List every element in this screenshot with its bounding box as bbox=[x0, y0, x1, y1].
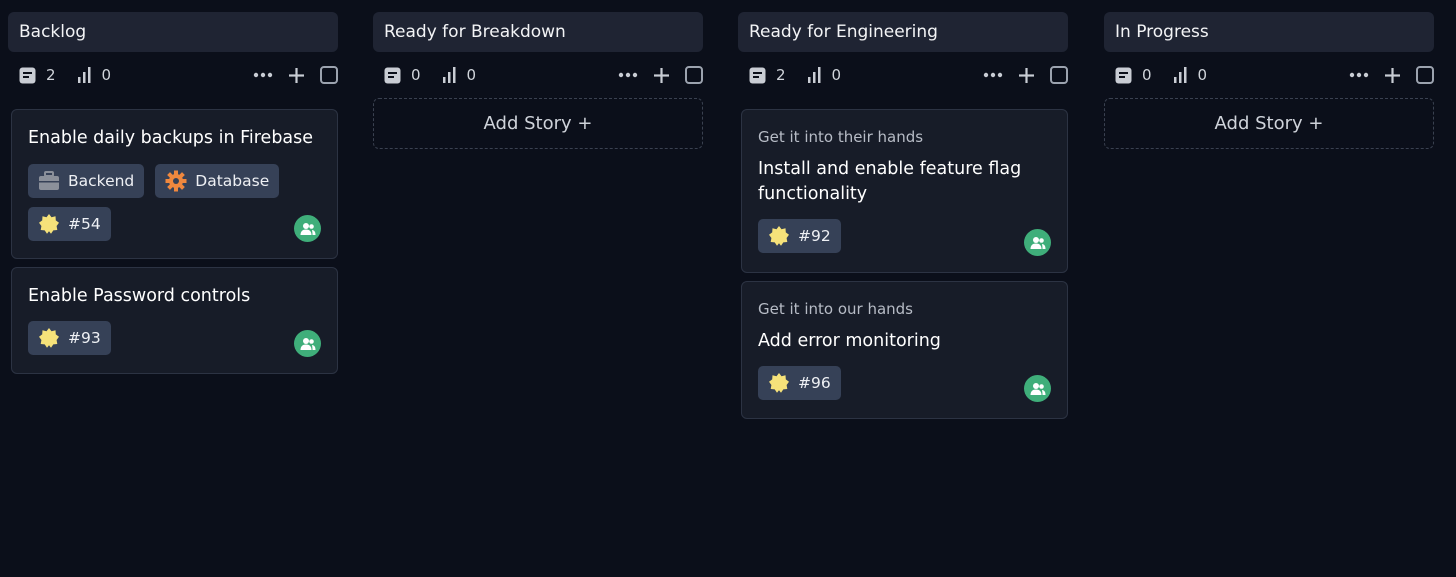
ticket-badge[interactable]: #96 bbox=[758, 366, 841, 400]
story-card[interactable]: Get it into their hands Install and enab… bbox=[741, 109, 1068, 273]
select-column-checkbox[interactable] bbox=[320, 66, 338, 84]
plus-icon[interactable] bbox=[1019, 67, 1034, 83]
column-title: Ready for Breakdown bbox=[384, 22, 566, 42]
story-card[interactable]: Enable Password controls #93 bbox=[11, 267, 338, 374]
briefcase-icon bbox=[39, 171, 59, 190]
points-count: 0 bbox=[441, 66, 476, 84]
select-column-checkbox[interactable] bbox=[1416, 66, 1434, 84]
column-header[interactable]: In Progress bbox=[1104, 12, 1434, 52]
points-count: 0 bbox=[806, 66, 841, 84]
badge-icon bbox=[769, 373, 789, 393]
ticket-badge[interactable]: #54 bbox=[28, 207, 111, 241]
badge-icon bbox=[39, 328, 59, 348]
card-title: Add error monitoring bbox=[758, 331, 941, 351]
user-group-icon bbox=[1030, 236, 1045, 249]
select-column-checkbox[interactable] bbox=[685, 66, 703, 84]
label-backend[interactable]: Backend bbox=[28, 164, 145, 198]
user-group-icon bbox=[1030, 382, 1045, 395]
gear-icon bbox=[165, 170, 187, 192]
story-icon bbox=[1115, 67, 1132, 83]
column-in-progress: In Progress 0 0 Add Story + bbox=[1104, 12, 1434, 149]
column-meta: 0 0 bbox=[1104, 52, 1434, 98]
badge-icon bbox=[39, 214, 59, 234]
story-count: 0 bbox=[1115, 66, 1152, 84]
owner-avatar[interactable] bbox=[1024, 375, 1051, 402]
card-epic[interactable]: Get it into our hands bbox=[758, 300, 1051, 318]
card-epic[interactable]: Get it into their hands bbox=[758, 128, 1051, 146]
bar-chart-icon bbox=[807, 67, 821, 83]
column-meta: 2 0 bbox=[738, 52, 1068, 98]
story-icon bbox=[19, 67, 36, 83]
column-title: In Progress bbox=[1115, 22, 1209, 42]
ticket-badge[interactable]: #92 bbox=[758, 219, 841, 253]
column-header[interactable]: Backlog bbox=[8, 12, 338, 52]
more-icon[interactable] bbox=[253, 72, 273, 78]
column-ready-for-engineering: Ready for Engineering 2 0 Get it into th… bbox=[738, 12, 1068, 419]
points-count: 0 bbox=[1172, 66, 1207, 84]
bar-chart-icon bbox=[442, 67, 456, 83]
owner-avatar[interactable] bbox=[1024, 229, 1051, 256]
add-story-button[interactable]: Add Story + bbox=[1104, 98, 1434, 149]
bar-chart-icon bbox=[77, 67, 91, 83]
plus-icon[interactable] bbox=[1385, 67, 1400, 83]
label-database[interactable]: Database bbox=[155, 164, 280, 198]
user-group-icon bbox=[300, 222, 315, 235]
kanban-board: Backlog 2 0 Enable daily backups in Fire… bbox=[0, 0, 1456, 577]
column-meta: 2 0 bbox=[8, 52, 338, 98]
card-title: Enable daily backups in Firebase bbox=[28, 128, 314, 148]
story-count: 2 bbox=[19, 66, 56, 84]
bar-chart-icon bbox=[1173, 67, 1187, 83]
column-ready-for-breakdown: Ready for Breakdown 0 0 Add Story + bbox=[373, 12, 703, 149]
more-icon[interactable] bbox=[983, 72, 1003, 78]
column-title: Backlog bbox=[19, 22, 87, 42]
user-group-icon bbox=[300, 337, 315, 350]
card-title: Enable Password controls bbox=[28, 286, 251, 306]
plus-icon[interactable] bbox=[289, 67, 304, 83]
column-backlog: Backlog 2 0 Enable daily backups in Fire… bbox=[8, 12, 338, 374]
select-column-checkbox[interactable] bbox=[1050, 66, 1068, 84]
ticket-badge[interactable]: #93 bbox=[28, 321, 111, 355]
column-title: Ready for Engineering bbox=[749, 22, 938, 42]
points-count: 0 bbox=[76, 66, 111, 84]
story-count: 2 bbox=[749, 66, 786, 84]
more-icon[interactable] bbox=[618, 72, 638, 78]
story-count: 0 bbox=[384, 66, 421, 84]
plus-icon[interactable] bbox=[654, 67, 669, 83]
column-meta: 0 0 bbox=[373, 52, 703, 98]
story-card[interactable]: Enable daily backups in Firebase Backend… bbox=[11, 109, 338, 259]
more-icon[interactable] bbox=[1349, 72, 1369, 78]
story-icon bbox=[749, 67, 766, 83]
owner-avatar[interactable] bbox=[294, 330, 321, 357]
add-story-button[interactable]: Add Story + bbox=[373, 98, 703, 149]
owner-avatar[interactable] bbox=[294, 215, 321, 242]
card-title: Install and enable feature flag function… bbox=[758, 159, 1022, 204]
column-header[interactable]: Ready for Engineering bbox=[738, 12, 1068, 52]
badge-icon bbox=[769, 226, 789, 246]
story-icon bbox=[384, 67, 401, 83]
column-header[interactable]: Ready for Breakdown bbox=[373, 12, 703, 52]
story-card[interactable]: Get it into our hands Add error monitori… bbox=[741, 281, 1068, 419]
